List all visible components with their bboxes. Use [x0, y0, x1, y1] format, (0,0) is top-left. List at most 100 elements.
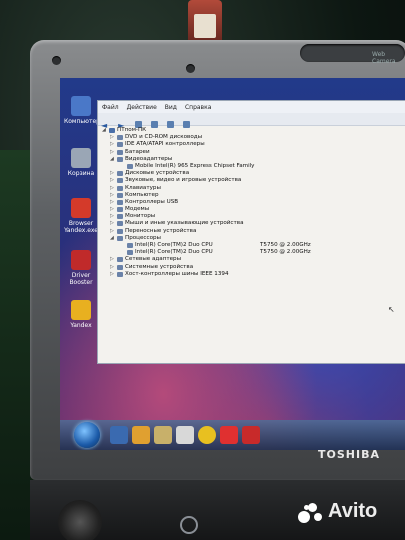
taskbar-yandex-browser-icon[interactable]: [220, 426, 238, 444]
device-icon: [117, 221, 123, 227]
device-icon: [117, 135, 123, 141]
webcam-label: Web Camera: [372, 51, 396, 65]
device-label: Переносные устройства: [125, 227, 197, 234]
device-label: IDE ATA/ATAPI контроллеры: [125, 141, 205, 148]
device-category[interactable]: ▷ Звуковые, видео и игровые устройства: [102, 177, 402, 184]
device-category[interactable]: ▷ Клавиатуры: [102, 185, 402, 192]
expand-arrow-icon[interactable]: ▷: [110, 213, 115, 220]
device-label: Контроллеры USB: [125, 198, 179, 205]
expand-arrow-icon[interactable]: ▷: [110, 220, 115, 227]
desktop-icon-image: [71, 250, 91, 270]
expand-arrow-icon[interactable]: ▷: [110, 185, 115, 192]
device-icon: [127, 163, 133, 169]
desktop-icon-label: Driver Booster: [69, 272, 93, 286]
expand-arrow-icon[interactable]: ▷: [110, 177, 115, 184]
device-category[interactable]: ◢ Процессоры: [102, 235, 402, 242]
collapse-arrow-icon[interactable]: ◢: [102, 127, 107, 134]
desktop-icon-image: [71, 300, 91, 320]
bezel-screw: [186, 64, 195, 73]
taskbar-folder-icon[interactable]: [132, 426, 150, 444]
device-icon: [117, 257, 123, 263]
device-icon: [117, 214, 123, 220]
device-icon: [117, 192, 123, 198]
device-icon: [117, 207, 123, 213]
expand-arrow-icon[interactable]: ▷: [110, 141, 115, 148]
mouse-cursor-icon: ↖: [388, 305, 395, 314]
desktop-icon[interactable]: Yandex: [64, 300, 98, 329]
device-label: Сетевые адаптеры: [125, 256, 182, 263]
expand-arrow-icon[interactable]: ▷: [110, 134, 115, 141]
expand-arrow-icon[interactable]: ▷: [110, 256, 115, 263]
desktop-icon-label: Корзина: [67, 170, 95, 177]
menu-item[interactable]: Справка: [185, 104, 211, 111]
device-category[interactable]: ▷ Сетевые адаптеры: [102, 256, 402, 263]
device-tree: ◢ ПТпом-ПК ▷ DVD и CD-ROM дисководы ▷ IDE ATA…: [102, 127, 402, 278]
collapse-arrow-icon[interactable]: ◢: [110, 156, 115, 163]
menu-item[interactable]: Файл: [102, 104, 119, 111]
watermark-text: Avito: [328, 500, 378, 522]
expand-arrow-icon[interactable]: ▷: [110, 264, 115, 271]
power-button-icon[interactable]: [180, 516, 198, 534]
speaker-knob: [58, 500, 102, 540]
device-item[interactable]: Intel(R) Core(TM)2 Duo CPU T5750 @ 2.00GH…: [102, 249, 402, 256]
desktop-icon-label: Компьютер: [64, 118, 100, 125]
taskbar-explorer-icon[interactable]: [110, 426, 128, 444]
device-category[interactable]: ◢ Видеоадаптеры: [102, 156, 402, 163]
desktop-icon-label: Yandex: [70, 322, 92, 329]
device-category[interactable]: ▷ Хост-контроллеры шины IEEE 1394: [102, 271, 402, 278]
device-category[interactable]: ▷ Переносные устройства: [102, 228, 402, 235]
laptop-brand: TOSHIBA: [318, 448, 380, 461]
desktop-icon[interactable]: Корзина: [64, 148, 98, 177]
device-category[interactable]: ▷ Мыши и иные указывающие устройства: [102, 220, 402, 227]
desktop-icon[interactable]: Driver Booster: [64, 250, 98, 286]
expand-arrow-icon[interactable]: ▷: [110, 199, 115, 206]
expand-arrow-icon[interactable]: ▷: [110, 192, 115, 199]
menu-item[interactable]: Действие: [127, 104, 157, 111]
expand-arrow-icon[interactable]: ▷: [110, 271, 115, 278]
device-category[interactable]: ▷ Батареи: [102, 149, 402, 156]
device-icon: [127, 250, 133, 256]
taskbar-yandex-icon[interactable]: [198, 426, 216, 444]
taskbar-device-icon[interactable]: [176, 426, 194, 444]
cpu-model: T5750 @ 2.00GHz: [260, 249, 311, 256]
background-ornament: [188, 0, 222, 40]
device-category[interactable]: ▷ Системные устройства: [102, 264, 402, 271]
start-button[interactable]: [74, 422, 100, 448]
device-category[interactable]: ▷ Модемы: [102, 206, 402, 213]
device-icon: [117, 178, 123, 184]
device-item[interactable]: Intel(R) Core(TM)2 Duo CPU T5750 @ 2.00GH…: [102, 242, 402, 249]
device-icon: [127, 243, 133, 248]
expand-arrow-icon[interactable]: ▷: [110, 228, 115, 235]
collapse-arrow-icon[interactable]: ◢: [110, 235, 115, 242]
tree-root[interactable]: ◢ ПТпом-ПК: [102, 127, 402, 134]
device-label: Звуковые, видео и игровые устройства: [125, 177, 242, 184]
device-manager-window[interactable]: Файл Действие Вид Справка ◄ ► ◢ ПТпом-ПК ▷ DVD…: [97, 100, 405, 364]
taskbar: [60, 420, 405, 450]
desktop-icon[interactable]: Browser Yandex.exe: [64, 198, 98, 234]
device-label: Intel(R) Core(TM)2 Duo CPU: [135, 242, 213, 248]
device-category[interactable]: ▷ Компьютер: [102, 192, 402, 199]
toolbar: ◄ ►: [98, 113, 405, 130]
expand-arrow-icon[interactable]: ▷: [110, 149, 115, 156]
device-icon: [117, 271, 123, 277]
device-label: Intel(R) Core(TM)2 Duo CPU: [135, 249, 213, 256]
taskbar-driver-booster-icon[interactable]: [242, 426, 260, 444]
device-icon: [117, 199, 123, 205]
desktop-icon[interactable]: Компьютер: [64, 96, 100, 125]
desktop-icon-image: [71, 148, 91, 168]
expand-arrow-icon[interactable]: ▷: [110, 170, 115, 177]
cpu-model: T5750 @ 2.00GHz: [260, 242, 311, 248]
device-label: Хост-контроллеры шины IEEE 1394: [125, 270, 229, 277]
menu-item[interactable]: Вид: [165, 104, 177, 111]
computer-icon: [109, 128, 115, 133]
device-category[interactable]: ▷ Контроллеры USB: [102, 199, 402, 206]
desktop-icon-label: Browser Yandex.exe: [64, 220, 98, 234]
device-category[interactable]: ▷ DVD и CD-ROM дисководы: [102, 134, 402, 141]
device-label: Видеоадаптеры: [125, 155, 173, 162]
expand-arrow-icon[interactable]: ▷: [110, 206, 115, 213]
device-icon: [117, 185, 123, 191]
taskbar-files-icon[interactable]: [154, 426, 172, 444]
desktop-icon-image: [71, 198, 91, 218]
laptop-screen: Компьютер Корзина Browser Yandex.exe Driver…: [60, 78, 405, 450]
device-category[interactable]: ▷ IDE ATA/ATAPI контроллеры: [102, 141, 402, 148]
